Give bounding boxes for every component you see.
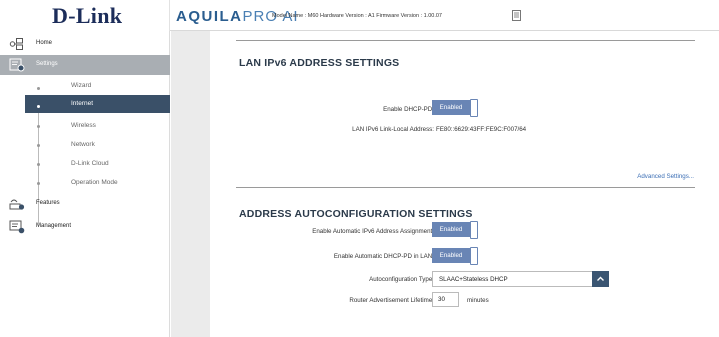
sidebar-item-settings[interactable]: Settings <box>0 55 170 75</box>
submenu-dot <box>37 163 40 166</box>
submenu-dot <box>37 144 40 147</box>
lifetime-label: Router Advertisement Lifetime: <box>349 297 434 304</box>
submenu-item-label: Operation Mode <box>71 179 118 186</box>
logo-box: D-Link <box>0 0 170 31</box>
auto-assign-label: Enable Automatic IPv6 Address Assignment… <box>312 228 434 235</box>
content-gutter <box>171 31 210 337</box>
toggle-state: Enabled <box>432 222 470 237</box>
submenu-item-label: Network <box>71 141 95 148</box>
toggle-knob[interactable] <box>470 221 478 239</box>
chevron-up-icon <box>597 276 604 281</box>
divider <box>236 40 695 41</box>
divider <box>236 187 695 188</box>
submenu-item-wireless[interactable]: Wireless <box>25 117 170 135</box>
link-local-label: LAN IPv6 Link-Local Address: <box>352 126 434 133</box>
submenu-dot <box>37 125 40 128</box>
sidebar-item-label: Settings <box>36 61 58 67</box>
toggle-state: Enabled <box>432 248 470 263</box>
toggle-knob[interactable] <box>470 247 478 265</box>
auto-assign-toggle[interactable]: Enabled <box>432 221 480 240</box>
sidebar-item-management[interactable]: Management <box>0 217 170 237</box>
auto-dhcp-pd-toggle[interactable]: Enabled <box>432 247 480 266</box>
dhcp-pd-toggle[interactable]: Enabled <box>432 99 480 118</box>
autoconfig-type-select[interactable]: SLAAC+Stateless DHCP <box>432 271 609 287</box>
lifetime-unit: minutes <box>467 297 489 304</box>
submenu-item-label: Wizard <box>71 82 92 89</box>
auto-section-title: ADDRESS AUTOCONFIGURATION SETTINGS <box>239 208 473 220</box>
advanced-settings-link[interactable]: Advanced Settings... <box>637 173 694 180</box>
select-button[interactable] <box>592 271 609 287</box>
submenu-dot <box>37 105 40 108</box>
submenu-item-operation-mode[interactable]: Operation Mode <box>25 174 170 192</box>
document-icon[interactable] <box>512 10 521 21</box>
management-icon <box>9 220 25 234</box>
sidebar-item-label: Home <box>36 40 53 46</box>
features-icon <box>9 199 25 210</box>
main-content: LAN IPv6 ADDRESS SETTINGS Enable DHCP-PD… <box>210 31 719 337</box>
lan-section-title: LAN IPv6 ADDRESS SETTINGS <box>239 57 400 69</box>
submenu-item-label: Wireless <box>71 122 96 129</box>
submenu-item-label: D-Link Cloud <box>71 160 109 167</box>
sidebar-item-features[interactable]: Features <box>0 194 170 214</box>
settings-icon <box>9 58 25 72</box>
submenu-item-dlink-cloud[interactable]: D-Link Cloud <box>25 155 170 173</box>
submenu-dot <box>37 87 40 90</box>
dhcp-pd-label: Enable DHCP-PD: <box>383 106 434 113</box>
toggle-state: Enabled <box>432 100 470 115</box>
sidebar-item-label: Features <box>36 200 60 206</box>
sidebar-item-home[interactable]: Home <box>0 34 170 54</box>
link-local-value: FE80::6629:43FF:FE9C:F007/64 <box>436 126 527 133</box>
brand-main: AQUILA <box>176 8 243 25</box>
submenu-dot <box>37 182 40 185</box>
submenu-item-wizard[interactable]: Wizard <box>25 77 170 95</box>
home-network-icon <box>9 38 23 50</box>
header-bar: D-Link AQUILAPRO AI Model Name : M60 Har… <box>0 0 719 31</box>
submenu-item-network[interactable]: Network <box>25 136 170 154</box>
submenu-item-label: Internet <box>71 100 94 107</box>
submenu-item-internet[interactable]: Internet <box>25 95 170 113</box>
dlink-logo[interactable]: D-Link <box>52 3 122 29</box>
auto-dhcp-pd-label: Enable Automatic DHCP-PD in LAN: <box>333 253 434 260</box>
sidebar: Home Settings Wizard Internet Wireless N… <box>0 31 170 337</box>
model-info: Model Name : M60 Hardware Version : A1 F… <box>272 13 442 19</box>
toggle-knob[interactable] <box>470 99 478 117</box>
sidebar-item-label: Management <box>36 223 72 229</box>
select-value: SLAAC+Stateless DHCP <box>439 276 508 283</box>
autoconfig-type-label: Autoconfiguration Type: <box>369 276 434 283</box>
lifetime-input[interactable] <box>432 292 459 307</box>
